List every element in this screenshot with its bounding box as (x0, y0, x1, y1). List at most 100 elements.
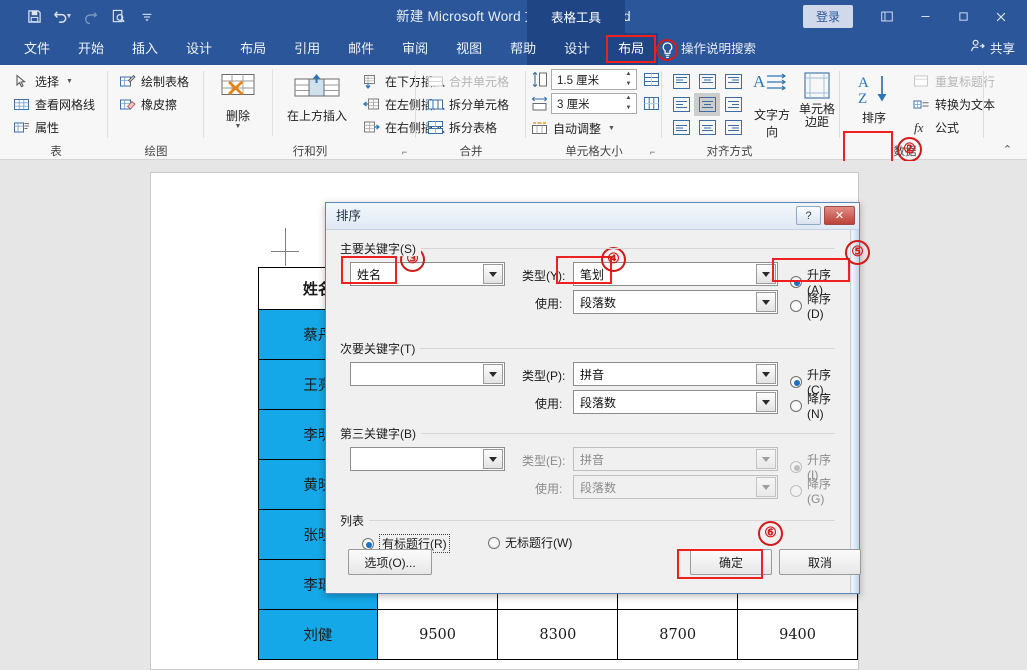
customize-qat-icon[interactable] (134, 4, 159, 29)
secondary-using-dropdown-arrow[interactable] (756, 392, 776, 412)
row-height-input[interactable]: 1.5 厘米 ▲ ▼ (551, 69, 637, 90)
table-properties-button[interactable]: 属性 (10, 116, 98, 139)
distribute-columns-icon[interactable] (643, 95, 660, 112)
primary-descending-radio[interactable]: 降序(D) (790, 290, 835, 321)
print-preview-icon[interactable] (106, 4, 131, 29)
third-key-combo[interactable] (350, 447, 505, 471)
row-height-stepper[interactable]: ▲ ▼ (623, 71, 634, 88)
table-cell[interactable]: 9400 (737, 609, 858, 660)
table-cell-name[interactable]: 刘健 (258, 609, 378, 660)
merge-cells-button[interactable]: 合并单元格 (424, 70, 512, 93)
secondary-descending-radio[interactable]: 降序(N) (790, 390, 835, 421)
collapse-ribbon-icon[interactable]: ⌃ (1003, 143, 1012, 156)
column-width-input[interactable]: 3 厘米 ▲ ▼ (551, 93, 637, 114)
ribbon-display-options-icon[interactable] (869, 0, 905, 33)
view-gridlines-button[interactable]: 查看网格线 (10, 93, 98, 116)
third-type-dropdown-arrow (756, 449, 776, 469)
tell-me-search[interactable]: 操作说明搜索 (656, 33, 756, 65)
tab-design[interactable]: 设计 (172, 33, 226, 65)
insert-below-icon (363, 73, 380, 90)
eraser-button[interactable]: 橡皮擦 (116, 93, 192, 116)
select-button[interactable]: 选择 ▼ (10, 70, 98, 93)
third-key-dropdown-arrow[interactable] (483, 449, 503, 469)
redo-icon[interactable] (78, 4, 103, 29)
cell-margins-label-line2[interactable]: 边距 (795, 116, 839, 129)
sign-in-button[interactable]: 登录 (802, 5, 853, 28)
split-cells-button[interactable]: 拆分单元格 (424, 93, 512, 116)
chevron-down-icon[interactable]: ▼ (608, 125, 615, 132)
primary-type-dropdown-arrow[interactable] (756, 264, 776, 284)
table-cell[interactable]: 8700 (617, 609, 739, 660)
primary-key-dropdown-arrow[interactable] (483, 264, 503, 284)
align-middle-left-button[interactable] (668, 93, 694, 116)
tab-layout[interactable]: 布局 (226, 33, 280, 65)
distribute-rows-icon[interactable] (643, 71, 660, 88)
secondary-using-combo[interactable]: 段落数 (573, 390, 778, 414)
no-header-row-radio[interactable]: 无标题行(W) (488, 534, 572, 551)
sort-button[interactable]: AZ 排序 (846, 69, 902, 125)
eraser-icon (119, 96, 136, 113)
close-icon[interactable] (983, 0, 1019, 33)
draw-table-button[interactable]: 绘制表格 (116, 70, 192, 93)
secondary-type-dropdown-arrow[interactable] (756, 364, 776, 384)
split-table-button[interactable]: 拆分表格 (424, 116, 512, 139)
delete-button[interactable]: 删除 ▼ (210, 69, 266, 130)
options-button[interactable]: 选项(O)... (348, 549, 432, 575)
maximize-icon[interactable] (945, 0, 981, 33)
tab-table-layout[interactable]: 布局 (604, 33, 659, 65)
tab-home[interactable]: 开始 (64, 33, 118, 65)
dialog-scrollbar[interactable] (850, 230, 859, 593)
share-button[interactable]: 共享 (970, 33, 1015, 65)
help-button[interactable]: ? (796, 206, 821, 225)
table-cell[interactable]: 9500 (376, 609, 499, 660)
tab-table-layout-label: 布局 (618, 41, 645, 56)
align-middle-center-button[interactable] (694, 93, 720, 116)
third-type-value: 拼音 (580, 452, 605, 467)
person-share-icon (970, 33, 985, 65)
text-direction-label[interactable]: 文字方向 (750, 106, 794, 140)
autofit-button[interactable]: 自动调整 ▼ (531, 117, 660, 140)
delete-label: 删除 (225, 109, 250, 123)
secondary-key-combo[interactable] (350, 362, 505, 386)
primary-using-combo[interactable]: 段落数 (573, 290, 778, 314)
tab-view[interactable]: 视图 (442, 33, 496, 65)
save-icon[interactable] (22, 4, 47, 29)
cancel-button[interactable]: 取消 (779, 549, 861, 575)
chevron-down-icon[interactable]: ▼ (66, 78, 73, 85)
align-bottom-right-button[interactable] (720, 116, 746, 139)
undo-dropdown-icon[interactable]: ▼ (66, 13, 73, 20)
insert-above-button[interactable]: 在上方插入 (278, 69, 356, 123)
window-controls: 登录 (802, 0, 1019, 33)
chevron-down-icon[interactable]: ▼ (235, 123, 242, 130)
minimize-icon[interactable] (907, 0, 943, 33)
align-top-right-button[interactable] (720, 70, 746, 93)
ok-button[interactable]: 确定 (690, 549, 772, 575)
tab-insert[interactable]: 插入 (118, 33, 172, 65)
primary-key-combo[interactable]: 姓名 (350, 262, 505, 286)
align-top-center-button[interactable] (694, 70, 720, 93)
table-cell[interactable]: 8300 (497, 609, 619, 660)
align-bottom-left-button[interactable] (668, 116, 694, 139)
close-button[interactable]: ✕ (824, 206, 855, 225)
primary-using-dropdown-arrow[interactable] (756, 292, 776, 312)
align-bottom-center-button[interactable] (694, 116, 720, 139)
tab-help[interactable]: 帮助 (496, 33, 550, 65)
column-width-stepper[interactable]: ▲ ▼ (623, 95, 634, 112)
tab-table-design[interactable]: 设计 (550, 33, 605, 65)
tab-file[interactable]: 文件 (10, 33, 64, 65)
formula-button[interactable]: fx 公式 (910, 116, 998, 139)
rows-columns-dialog-launcher[interactable]: ⌐ (399, 147, 410, 158)
cell-size-dialog-launcher[interactable]: ⌐ (647, 147, 658, 158)
ribbon-group-cell-size: 1.5 厘米 ▲ ▼ 3 厘米 ▲ ▼ 自动调整 ▼ 单元格大小 ⌐ (526, 65, 662, 160)
tab-mailings[interactable]: 邮件 (334, 33, 388, 65)
repeat-header-rows-button[interactable]: 重复标题行 (910, 70, 998, 93)
align-middle-right-button[interactable] (720, 93, 746, 116)
convert-to-text-button[interactable]: 转换为文本 (910, 93, 998, 116)
secondary-type-combo[interactable]: 拼音 (573, 362, 778, 386)
annotation-4: ④ (601, 247, 626, 272)
secondary-key-dropdown-arrow[interactable] (483, 364, 503, 384)
align-top-left-button[interactable] (668, 70, 694, 93)
tab-review[interactable]: 审阅 (388, 33, 442, 65)
undo-icon[interactable]: ▼ (50, 4, 75, 29)
tab-references[interactable]: 引用 (280, 33, 334, 65)
